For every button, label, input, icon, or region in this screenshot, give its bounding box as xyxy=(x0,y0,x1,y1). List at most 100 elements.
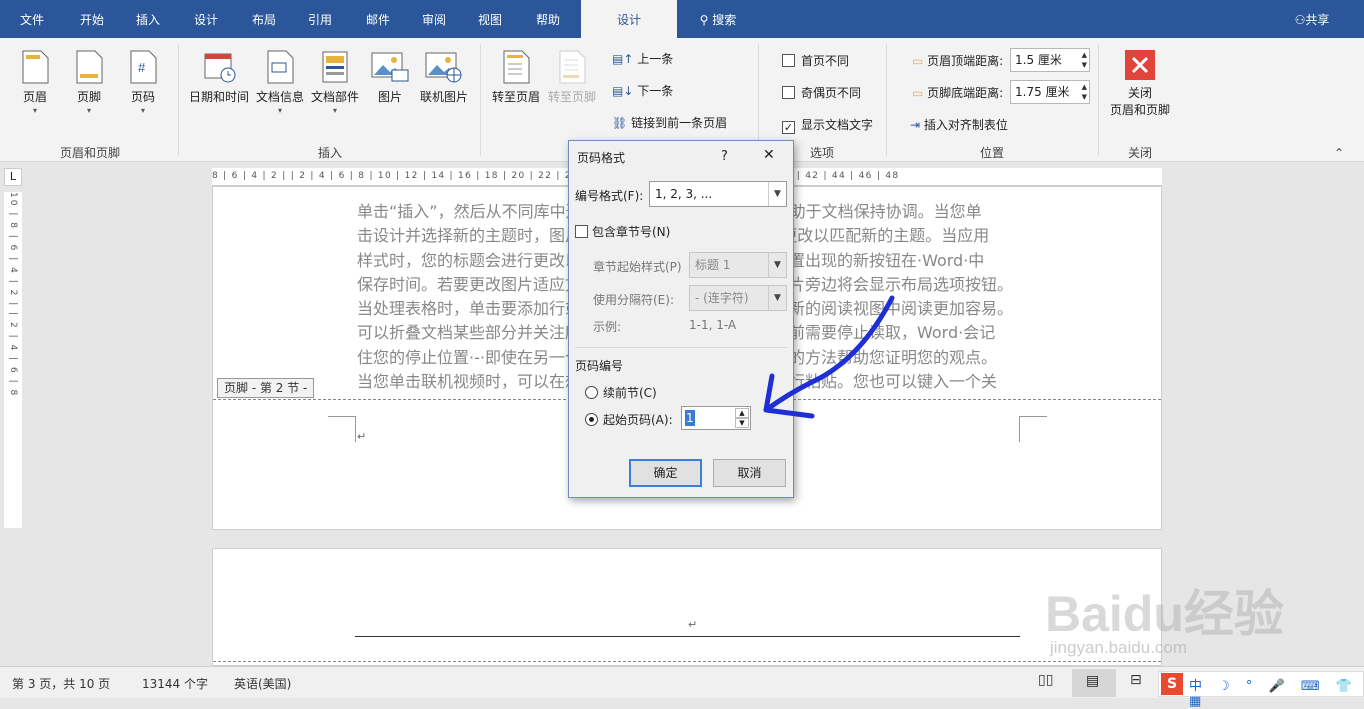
document-page-next[interactable] xyxy=(212,548,1162,666)
online-picture-icon xyxy=(424,50,464,84)
diff-first-checkbox[interactable]: 首页不同 xyxy=(782,52,849,69)
tab-insert[interactable]: 插入 xyxy=(122,0,174,38)
footer-bottom-distance-label: ▭ 页脚底端距离: xyxy=(912,84,1003,101)
docinfo-button[interactable]: 文档信息 ▾ xyxy=(254,50,306,115)
goto-footer-icon xyxy=(556,50,588,84)
sogou-logo-icon: S xyxy=(1161,673,1183,695)
cancel-button[interactable]: 取消 xyxy=(713,459,786,487)
picture-label: 图片 xyxy=(377,90,402,104)
header-rule-line xyxy=(355,636,1020,637)
header-top-distance-label: ▭ 页眉顶端距离: xyxy=(912,52,1003,69)
spinner-up-icon[interactable]: ▲ xyxy=(735,408,749,418)
vruler-ticks: 10 | 8 | 6 | 4 | 2 | | 2 | 4 | 6 | 8 xyxy=(8,192,18,398)
search-box[interactable]: ⚲ 搜索 xyxy=(688,0,748,38)
diff-odd-even-checkbox[interactable]: 奇偶页不同 xyxy=(782,84,861,101)
language-status[interactable]: 英语(美国) xyxy=(234,675,291,692)
online-picture-button[interactable]: 联机图片 xyxy=(418,50,470,105)
include-chapter-label: 包含章节号(N) xyxy=(592,225,671,239)
close-label-2: 页眉和页脚 xyxy=(1109,103,1170,117)
page-number-button[interactable]: # 页码 ▾ xyxy=(122,50,164,115)
tab-mailings[interactable]: 邮件 xyxy=(352,0,404,38)
share-label: 共享 xyxy=(1305,13,1330,27)
tab-file[interactable]: 文件 xyxy=(6,0,58,38)
quick-parts-icon xyxy=(319,50,351,84)
header-button[interactable]: 页眉 ▾ xyxy=(14,50,56,115)
word-count-status[interactable]: 13144 个字 xyxy=(142,675,208,692)
print-layout-icon[interactable]: ▤ xyxy=(1072,669,1116,697)
datetime-label: 日期和时间 xyxy=(188,90,249,104)
link-icon: ⛓ xyxy=(612,116,628,130)
close-icon xyxy=(1125,50,1155,80)
tab-review[interactable]: 审阅 xyxy=(408,0,460,38)
group-options-label: 选项 xyxy=(809,146,834,160)
ime-toolbar[interactable]: S 中 ☽ ° 🎤 ⌨ 👕 ▦ xyxy=(1158,671,1364,709)
goto-header-button[interactable]: 转至页眉 xyxy=(488,50,544,105)
quickparts-button[interactable]: 文档部件 ▾ xyxy=(308,50,362,115)
start-at-radio[interactable]: 起始页码(A): xyxy=(585,411,673,428)
svg-text:#: # xyxy=(138,60,146,75)
close-label: 关闭 xyxy=(1127,86,1152,100)
radio-circle-selected xyxy=(585,413,598,426)
ribbon-separator xyxy=(178,44,179,156)
goto-header-icon xyxy=(500,50,532,84)
footer-button[interactable]: 页脚 ▾ xyxy=(68,50,110,115)
spinner-arrows-icon[interactable]: ▲ ▼ xyxy=(1082,82,1087,102)
tab-layout[interactable]: 布局 xyxy=(238,0,290,38)
number-format-label: 编号格式(F): xyxy=(575,189,644,203)
ok-button[interactable]: 确定 xyxy=(629,459,702,487)
previous-button[interactable]: ▤↑ 上一条 xyxy=(612,50,673,67)
tab-view[interactable]: 视图 xyxy=(464,0,516,38)
goto-footer-button[interactable]: 转至页脚 xyxy=(544,50,600,105)
start-at-spinner[interactable]: 1 ▲ ▼ xyxy=(681,406,751,430)
goto-header-label: 转至页眉 xyxy=(491,90,540,104)
tab-home[interactable]: 开始 xyxy=(66,0,118,38)
vertical-ruler[interactable]: 10 | 8 | 6 | 4 | 2 | | 2 | 4 | 6 | 8 xyxy=(4,192,22,528)
number-format-select[interactable]: 1, 2, 3, ... ▼ xyxy=(649,181,787,207)
online-picture-label: 联机图片 xyxy=(419,90,468,104)
checkbox-box xyxy=(782,86,795,99)
group-position-label: 位置 xyxy=(979,146,1004,160)
search-label: 搜索 xyxy=(712,13,737,27)
tab-references[interactable]: 引用 xyxy=(294,0,346,38)
share-button[interactable]: ⚇共享 xyxy=(1282,0,1342,38)
web-layout-icon[interactable]: ⊟ xyxy=(1130,672,1142,688)
chevron-down-icon: ▼ xyxy=(768,253,786,277)
close-header-footer-button[interactable]: 关闭 页眉和页脚 xyxy=(1104,50,1176,118)
collapse-ribbon-icon[interactable]: ⌃ xyxy=(1334,146,1344,160)
tab-selector-icon[interactable]: L xyxy=(4,168,22,186)
header-icon xyxy=(19,50,51,84)
help-icon[interactable]: ? xyxy=(721,149,728,164)
calendar-clock-icon xyxy=(203,50,236,84)
show-doc-text-checkbox[interactable]: ✓ 显示文档文字 xyxy=(782,116,873,134)
ribbon-tab-bar: 文件 开始 插入 设计 布局 引用 邮件 审阅 视图 帮助 设计 ⚲ 搜索 ⚇共… xyxy=(0,0,1364,38)
tab-design[interactable]: 设计 xyxy=(180,0,232,38)
read-mode-icon[interactable]: ▯▯ xyxy=(1038,672,1053,688)
dialog-title: 页码格式 xyxy=(577,151,626,165)
continue-label: 续前节(C) xyxy=(603,386,657,400)
diff-odd-even-label: 奇偶页不同 xyxy=(801,86,862,100)
tab-header-footer-design[interactable]: 设计 xyxy=(581,0,677,38)
next-button[interactable]: ▤↓ 下一条 xyxy=(612,82,673,99)
continue-radio[interactable]: 续前节(C) xyxy=(585,384,657,401)
picture-button[interactable]: 图片 xyxy=(368,50,412,105)
chapter-style-select[interactable]: 标题 1 ▼ xyxy=(689,252,787,278)
include-chapter-checkbox[interactable]: 包含章节号(N) xyxy=(575,223,670,240)
header-top-spinner[interactable]: 1.5 厘米 ▲ ▼ xyxy=(1010,48,1090,72)
datetime-button[interactable]: 日期和时间 xyxy=(188,50,250,105)
show-doc-text-label: 显示文档文字 xyxy=(801,118,874,132)
insert-align-tab-button[interactable]: ⇥ 插入对齐制表位 xyxy=(910,116,1008,133)
tab-help[interactable]: 帮助 xyxy=(522,0,574,38)
spinner-down-icon[interactable]: ▼ xyxy=(735,418,749,428)
search-icon: ⚲ xyxy=(699,13,709,27)
spinner-arrows-icon[interactable]: ▲ ▼ xyxy=(1082,50,1087,70)
page-count-status[interactable]: 第 3 页，共 10 页 xyxy=(12,675,110,692)
align-tab-label: 插入对齐制表位 xyxy=(923,118,1008,132)
page-number-icon: # xyxy=(127,50,159,84)
footer-bottom-spinner[interactable]: 1.75 厘米 ▲ ▼ xyxy=(1010,80,1090,104)
quickparts-label: 文档部件 xyxy=(310,90,359,104)
dialog-close-icon[interactable]: ✕ xyxy=(763,147,775,163)
link-previous-button[interactable]: ⛓ 链接到前一条页眉 xyxy=(612,114,727,131)
paragraph-mark: ↵ xyxy=(688,618,698,631)
start-at-value: 1 xyxy=(685,410,695,426)
header-top-value: 1.5 厘米 xyxy=(1015,53,1062,67)
